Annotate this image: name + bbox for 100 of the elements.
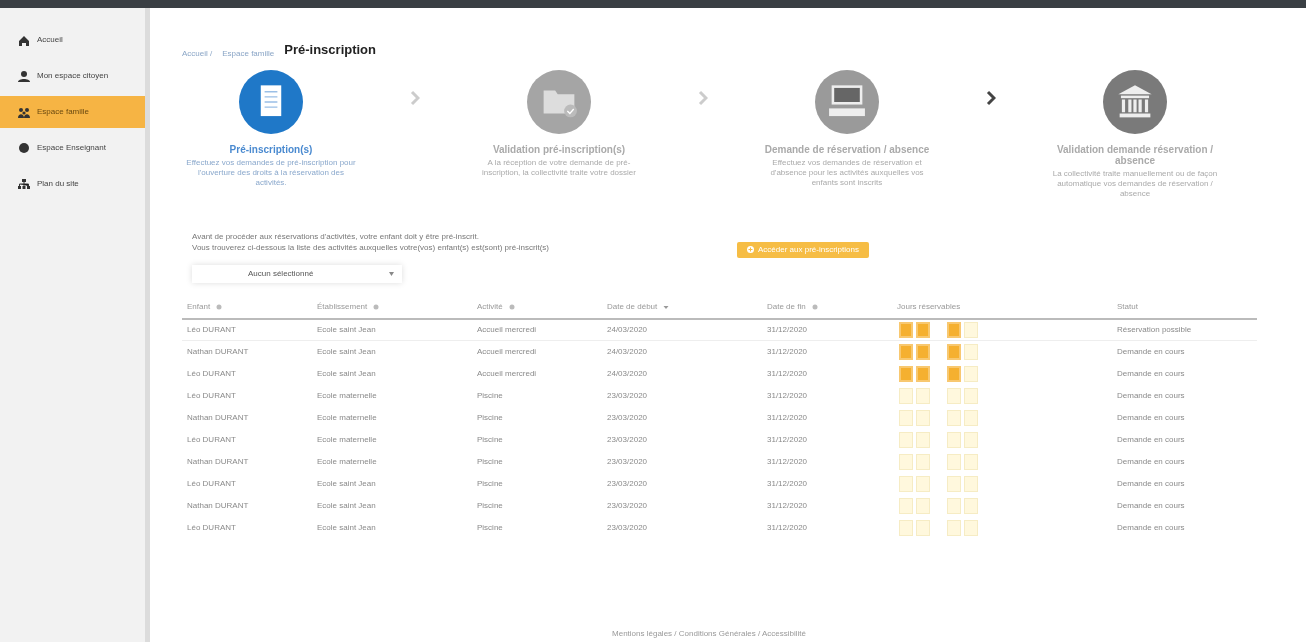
day-checkbox[interactable] <box>964 387 978 404</box>
table-cell: Léo DURANT <box>187 522 236 532</box>
footer-links[interactable]: Mentions légales / Conditions Générales / Accessibilité <box>142 628 1276 642</box>
day-checkbox[interactable] <box>964 431 978 448</box>
day-checkbox[interactable] <box>947 497 961 514</box>
day-checkbox[interactable] <box>964 365 978 382</box>
step-description: Effectuez vos demandes de pré-inscription pour l'ouverture des droits à la réservation des activités. <box>185 157 357 188</box>
column-header[interactable]: Jours réservables <box>897 301 961 313</box>
day-checkbox[interactable] <box>964 321 978 338</box>
table-cell: 23/03/2020 <box>607 522 648 532</box>
table-cell: 23/03/2020 <box>607 456 648 466</box>
table-cell: Ecole maternelle <box>317 434 377 444</box>
sort-icon[interactable] <box>216 304 223 310</box>
table-cell: Ecole maternelle <box>317 412 377 422</box>
table-cell: Léo DURANT <box>187 390 236 400</box>
table-cell: Léo DURANT <box>187 368 236 378</box>
table-cell: 31/12/2020 <box>767 324 808 334</box>
column-header[interactable]: Statut <box>1117 301 1138 313</box>
day-checkbox[interactable] <box>916 343 930 360</box>
day-checkbox[interactable] <box>916 475 930 492</box>
home-icon <box>18 34 30 46</box>
status-text: Demande en cours <box>1117 434 1185 444</box>
day-checkbox[interactable] <box>916 321 930 338</box>
table-cell: Piscine <box>477 478 503 488</box>
table-cell: 24/03/2020 <box>607 324 648 334</box>
sidebar-item[interactable]: Plan du site <box>0 168 145 200</box>
day-checkbox[interactable] <box>916 497 930 514</box>
table-cell: 31/12/2020 <box>767 368 808 378</box>
table-cell: 31/12/2020 <box>767 390 808 400</box>
column-header[interactable]: Enfant <box>187 301 211 313</box>
page-title: Pré-inscription <box>284 41 376 59</box>
table-cell: 31/12/2020 <box>767 434 808 444</box>
status-text: Demande en cours <box>1117 456 1185 466</box>
day-checkbox[interactable] <box>899 497 913 514</box>
day-checkbox[interactable] <box>947 519 961 536</box>
day-checkbox[interactable] <box>916 453 930 470</box>
column-header[interactable]: Date de début <box>607 301 658 313</box>
table-cell: 23/03/2020 <box>607 434 648 444</box>
day-checkbox[interactable] <box>899 321 913 338</box>
table-cell: 23/03/2020 <box>607 412 648 422</box>
status-text: Demande en cours <box>1117 368 1185 378</box>
table-cell: Léo DURANT <box>187 434 236 444</box>
day-checkbox[interactable] <box>947 343 961 360</box>
sidebar-item[interactable]: Mon espace citoyen <box>0 60 145 92</box>
status-text: Demande en cours <box>1117 412 1185 422</box>
table-cell: 31/12/2020 <box>767 478 808 488</box>
day-checkbox[interactable] <box>964 475 978 492</box>
day-checkbox[interactable] <box>899 409 913 426</box>
day-checkbox[interactable] <box>947 365 961 382</box>
day-checkbox[interactable] <box>947 453 961 470</box>
day-checkbox[interactable] <box>899 519 913 536</box>
table-cell: Ecole saint Jean <box>317 522 376 532</box>
sort-down-icon[interactable] <box>663 304 670 310</box>
day-checkbox[interactable] <box>947 321 961 338</box>
table-cell: 31/12/2020 <box>767 522 808 532</box>
day-checkbox[interactable] <box>899 343 913 360</box>
day-checkbox[interactable] <box>899 475 913 492</box>
step-title: Demande de réservation / absence <box>764 143 930 155</box>
day-checkbox[interactable] <box>964 343 978 360</box>
day-checkbox[interactable] <box>899 453 913 470</box>
day-checkbox[interactable] <box>964 519 978 536</box>
day-checkbox[interactable] <box>916 365 930 382</box>
day-checkbox[interactable] <box>947 475 961 492</box>
column-header[interactable]: Date de fin <box>767 301 806 313</box>
step-title: Validation demande réservation / absence <box>1055 143 1215 166</box>
day-checkbox[interactable] <box>964 497 978 514</box>
step-title: Validation pré-inscription(s) <box>492 143 626 155</box>
people-icon <box>18 106 30 118</box>
sort-icon[interactable] <box>373 304 380 310</box>
table-cell: Ecole saint Jean <box>317 324 376 334</box>
filter-dropdown[interactable]: Aucun sélectionné <box>192 264 402 283</box>
action-button[interactable]: Accéder aux pré-inscriptions <box>737 241 869 258</box>
day-checkbox[interactable] <box>916 431 930 448</box>
breadcrumb-link[interactable]: Accueil / <box>182 47 213 60</box>
status-text: Réservation possible <box>1117 324 1192 334</box>
column-header[interactable]: Établissement <box>317 301 368 313</box>
table-cell: 31/12/2020 <box>767 456 808 466</box>
day-checkbox[interactable] <box>899 387 913 404</box>
day-checkbox[interactable] <box>916 387 930 404</box>
step-description: La collectivité traite manuellement ou de façon automatique vos demandes de réservation / absence <box>1051 168 1219 199</box>
day-checkbox[interactable] <box>899 431 913 448</box>
sort-icon[interactable] <box>508 304 515 310</box>
table-cell: Ecole saint Jean <box>317 346 376 356</box>
day-checkbox[interactable] <box>947 387 961 404</box>
day-checkbox[interactable] <box>947 409 961 426</box>
day-checkbox[interactable] <box>947 431 961 448</box>
sidebar-item[interactable]: Espace famille <box>0 96 145 128</box>
day-checkbox[interactable] <box>916 409 930 426</box>
breadcrumb-link[interactable]: Espace famille <box>222 47 275 60</box>
sort-icon[interactable] <box>811 304 818 310</box>
day-checkbox[interactable] <box>916 519 930 536</box>
table-cell: Léo DURANT <box>187 478 236 488</box>
day-checkbox[interactable] <box>964 409 978 426</box>
column-header[interactable]: Activité <box>477 301 503 313</box>
day-checkbox[interactable] <box>964 453 978 470</box>
sidebar-item[interactable]: Espace Enseignant <box>0 132 145 164</box>
plus-icon <box>747 246 754 253</box>
sidebar-item[interactable]: Accueil <box>0 24 145 56</box>
day-checkbox[interactable] <box>899 365 913 382</box>
table-cell: Ecole saint Jean <box>317 500 376 510</box>
